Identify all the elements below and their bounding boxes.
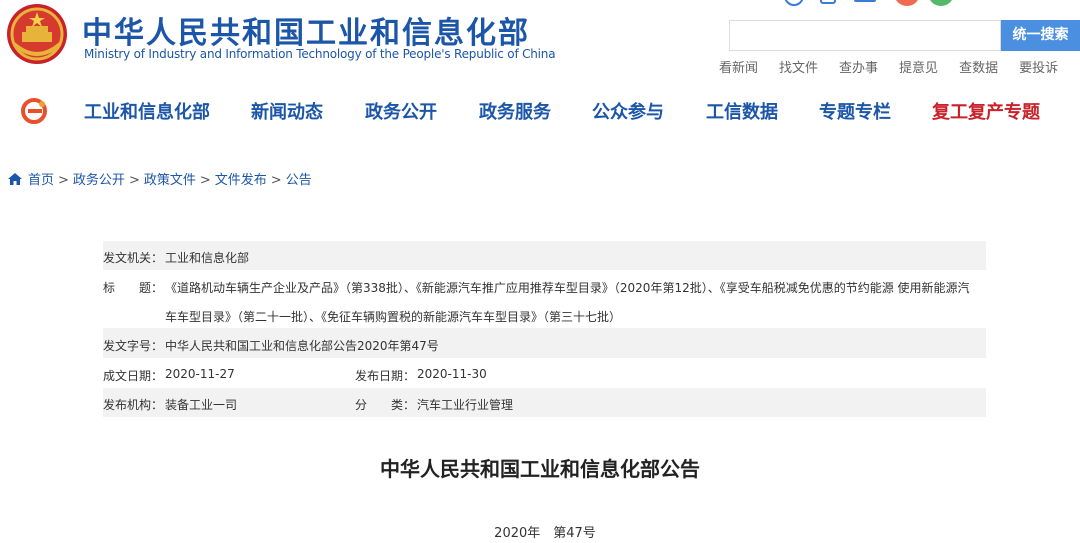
category-label: 分 类： [355,398,416,412]
title-value-line1: 《道路机动车辆生产企业及产品》（第338批）、《新能源汽车推广应用推荐车型目录》… [165,281,970,295]
nav-item-resumption[interactable]: 复工复产专题 [932,98,1040,124]
org-label: 发布机构： [103,398,164,412]
info-row-issuer: 发文机关： 工业和信息化部 [103,241,986,270]
doc-no-label: 发文字号： [103,339,164,353]
info-row-title: 标 题： 《道路机动车辆生产企业及产品》（第338批）、《新能源汽车推广应用推荐… [103,270,986,328]
nav-item-miit[interactable]: 工业和信息化部 [84,98,210,124]
message-icon[interactable] [854,0,876,2]
breadcrumb-policy[interactable]: 政策文件 [144,173,196,188]
breadcrumb-release[interactable]: 文件发布 [215,173,267,188]
national-emblem-icon [7,4,67,64]
quick-link-news[interactable]: 看新闻 [719,57,758,76]
mobile-icon[interactable] [820,0,836,4]
info-row-dates: 成文日期： 2020-11-27 发布日期： 2020-11-30 [103,358,986,388]
nav-item-topics[interactable]: 专题专栏 [819,98,891,124]
search-button[interactable]: 统一搜索 [1001,20,1080,51]
site-subtitle: Ministry of Industry and Information Tec… [84,47,556,61]
green-circle-icon[interactable] [928,0,954,6]
org-value: 装备工业一司 [165,398,238,412]
nav-item-participation[interactable]: 公众参与 [592,98,664,124]
weibo-icon[interactable] [784,0,804,6]
info-row-doc-no: 发文字号： 中华人民共和国工业和信息化部公告2020年第47号 [103,328,986,358]
category-value: 汽车工业行业管理 [417,398,514,412]
title-value-line2: 车车型目录》（第二十一批）、《免征车辆购置税的新能源汽车车型目录》（第三十七批） [165,310,622,324]
issuer-label: 发文机关： [103,251,164,265]
breadcrumb: 首页 > 政务公开 > 政策文件 > 文件发布 > 公告 [8,169,312,188]
doc-no-value: 中华人民共和国工业和信息化部公告2020年第47号 [165,339,439,353]
home-icon [8,173,22,185]
breadcrumb-gov-affairs[interactable]: 政务公开 [73,173,125,188]
date-value: 2020-11-27 [165,367,235,381]
site-header: 中华人民共和国工业和信息化部 Ministry of Industry and … [0,0,1080,86]
publish-date-value: 2020-11-30 [417,367,487,381]
document-number: 2020年 第47号 [494,526,596,541]
site-title[interactable]: 中华人民共和国工业和信息化部 [82,8,530,52]
main-nav: 工业和信息化部 新闻动态 政务公开 政务服务 公众参与 工信数据 专题专栏 复工… [0,88,1080,134]
quick-link-feedback[interactable]: 提意见 [899,57,938,76]
nav-item-gov-affairs[interactable]: 政务公开 [365,98,437,124]
breadcrumb-home[interactable]: 首页 [28,173,54,188]
orange-circle-icon[interactable] [894,0,920,6]
miit-logo-icon[interactable] [20,98,48,124]
search-input[interactable] [729,20,1001,51]
date-label: 成文日期： [103,369,164,383]
issuer-value: 工业和信息化部 [165,251,250,265]
nav-item-gov-services[interactable]: 政务服务 [479,98,551,124]
quick-link-complaint[interactable]: 要投诉 [1019,57,1058,76]
nav-item-news[interactable]: 新闻动态 [251,98,323,124]
quick-links: 看新闻 找文件 查办事 提意见 查数据 要投诉 [719,57,1079,76]
breadcrumb-notice[interactable]: 公告 [286,173,312,188]
quick-link-services[interactable]: 查办事 [839,57,878,76]
info-row-org: 发布机构： 装备工业一司 分 类： 汽车工业行业管理 [103,388,986,417]
quick-link-files[interactable]: 找文件 [779,57,818,76]
title-label: 标 题： [103,281,164,295]
publish-date-label: 发布日期： [355,369,416,383]
quick-link-data[interactable]: 查数据 [959,57,998,76]
nav-item-data[interactable]: 工信数据 [706,98,778,124]
document-heading: 中华人民共和国工业和信息化部公告 [380,457,700,481]
